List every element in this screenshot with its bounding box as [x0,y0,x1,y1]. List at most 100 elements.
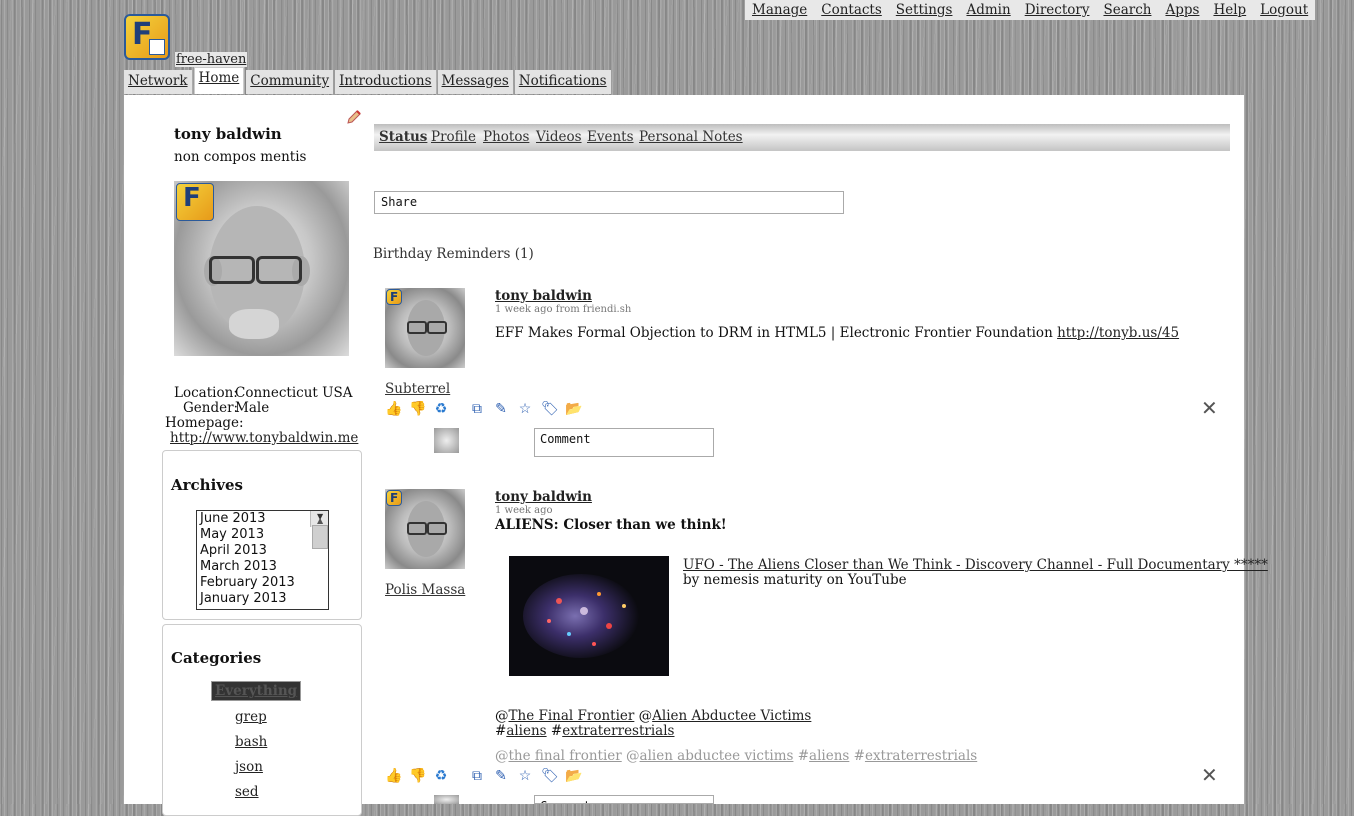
comment-avatar [434,795,459,804]
site-name[interactable]: free-haven [175,52,248,67]
tab-home[interactable]: Home [193,67,245,94]
star-icon[interactable]: ☆ [517,401,533,417]
category-item[interactable]: sed [235,784,259,800]
post-actions: 👍 👎 ♻ ⧉ ✎ ☆ 🏷 📂 [385,401,582,417]
tag-link[interactable]: extraterrestrials [865,748,977,764]
archives-title: Archives [171,476,243,494]
subtab-profile[interactable]: Profile [431,129,476,145]
subtab-events[interactable]: Events [587,129,634,145]
video-title-link[interactable]: UFO - The Aliens Closer than We Think - … [683,557,1268,573]
subtab-videos[interactable]: Videos [536,129,582,145]
video-thumbnail[interactable] [509,556,669,676]
post-meta: 1 week ago [495,505,553,516]
scroll-down-arrow-icon[interactable]: ▼ [314,511,323,525]
tag-link[interactable]: alien abductee victims [640,748,794,764]
nav-search[interactable]: Search [1096,0,1158,20]
archive-item[interactable]: January 2013 [197,591,328,607]
tag-link[interactable]: the final frontier [509,748,622,764]
post-actions: 👍 👎 ♻ ⧉ ✎ ☆ 🏷 📂 [385,768,582,784]
reshare-icon[interactable]: ♻ [433,401,449,417]
archive-item[interactable]: March 2013 [197,559,328,575]
category-everything[interactable]: Everything [211,681,302,701]
hashtag-link[interactable]: aliens [506,723,546,739]
tab-community[interactable]: Community [246,70,334,94]
star-icon[interactable]: ☆ [517,768,533,784]
comment-avatar [434,428,459,453]
site-logo[interactable]: F [124,14,170,60]
tab-notifications[interactable]: Notifications [514,70,611,94]
external-link-icon[interactable]: ⧉ [469,768,485,784]
archive-item[interactable]: June 2013 [197,511,328,527]
category-item[interactable]: bash [235,734,267,750]
post-hashtags: #aliens #extraterrestrials [495,723,675,739]
category-item[interactable]: grep [235,709,267,725]
nav-logout[interactable]: Logout [1253,0,1315,20]
post-avatar[interactable]: F [385,288,465,368]
nebula-image [509,556,669,676]
nav-apps[interactable]: Apps [1158,0,1206,20]
nav-admin[interactable]: Admin [959,0,1017,20]
archives-listbox[interactable]: June 2013 May 2013 April 2013 March 2013… [196,510,329,610]
post-body-text: EFF Makes Formal Objection to DRM in HTM… [495,325,1058,341]
top-nav: Manage Contacts Settings Admin Directory… [745,0,1316,20]
tag-link[interactable]: aliens [809,748,849,764]
edit-profile-pencil-icon[interactable] [346,109,362,125]
folder-icon[interactable]: 📂 [565,401,582,417]
external-link-icon[interactable]: ⧉ [469,401,485,417]
like-icon[interactable]: 👍 [385,768,402,784]
post-body: EFF Makes Formal Objection to DRM in HTM… [495,325,1179,341]
post-avatar[interactable]: F [385,489,465,569]
subtab-photos[interactable]: Photos [483,129,529,145]
archive-item[interactable]: February 2013 [197,575,328,591]
comment-input[interactable]: Comment [534,428,714,457]
tab-network[interactable]: Network [124,70,192,94]
reshare-icon[interactable]: ♻ [433,768,449,784]
tab-messages[interactable]: Messages [437,70,513,94]
like-icon[interactable]: 👍 [385,401,402,417]
tag-icon[interactable]: 🏷 [541,401,559,417]
archive-item[interactable]: May 2013 [197,527,328,543]
nav-settings[interactable]: Settings [889,0,960,20]
video-byline: by nemesis maturity on YouTube [683,572,907,588]
comment-input[interactable]: Comment [534,795,714,804]
main-tabs: Network Home Community Introductions Mes… [124,67,613,95]
post-author[interactable]: tony baldwin [495,288,592,304]
scroll-thumb[interactable] [312,525,328,549]
edit-pencil-icon[interactable]: ✎ [493,768,509,784]
mention-link[interactable]: The Final Frontier [509,708,635,724]
gender-label: Gender: [183,400,239,416]
post-body-link[interactable]: http://tonyb.us/45 [1057,325,1179,341]
categories-title: Categories [171,649,262,667]
dislike-icon[interactable]: 👎 [409,768,426,784]
nav-contacts[interactable]: Contacts [814,0,889,20]
tab-introductions[interactable]: Introductions [335,70,436,94]
archive-item[interactable]: April 2013 [197,543,328,559]
birthday-reminders[interactable]: Birthday Reminders (1) [373,246,534,262]
post-meta: 1 week ago from friendi.sh [495,304,632,315]
tag-icon[interactable]: 🏷 [541,768,559,784]
nav-manage[interactable]: Manage [745,0,814,20]
folder-icon[interactable]: 📂 [565,768,582,784]
subtab-personal-notes[interactable]: Personal Notes [639,129,743,145]
profile-subtabs: Status Profile Photos Videos Events Pers… [374,124,1230,151]
homepage-link[interactable]: http://www.tonybaldwin.me [170,430,358,446]
post-title: ALIENS: Closer than we think! [495,517,727,533]
delete-post-close-icon[interactable]: ✕ [1201,763,1218,787]
hashtag-link[interactable]: extraterrestrials [562,723,674,739]
post-author[interactable]: tony baldwin [495,489,592,505]
dislike-icon[interactable]: 👎 [409,401,426,417]
category-item[interactable]: json [235,759,263,775]
archives-scrollbar[interactable]: ▲ ▼ [310,511,328,549]
post-owner[interactable]: Polis Massa [385,582,465,598]
nav-help[interactable]: Help [1206,0,1253,20]
share-input[interactable]: Share [374,191,844,214]
post-owner[interactable]: Subterrel [385,381,450,397]
delete-post-close-icon[interactable]: ✕ [1201,396,1218,420]
edit-pencil-icon[interactable]: ✎ [493,401,509,417]
mention-link[interactable]: Alien Abductee Victims [652,708,811,724]
subtab-status[interactable]: Status [379,129,427,145]
post-tag-list: @the final frontier @alien abductee vict… [495,748,978,764]
nav-directory[interactable]: Directory [1018,0,1097,20]
